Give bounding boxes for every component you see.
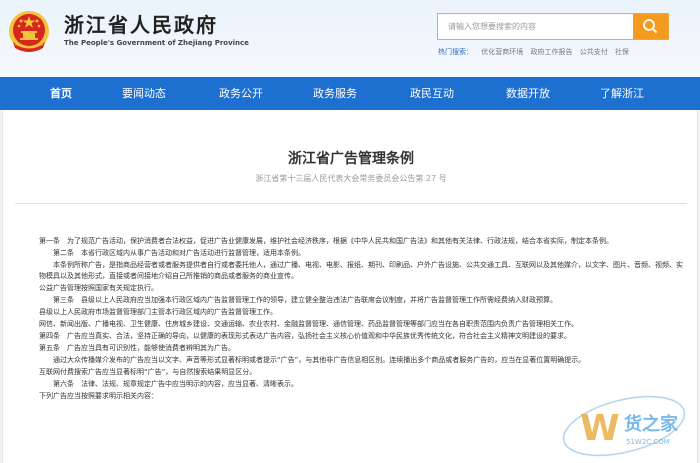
main-nav: 首页 要闻动态 政务公开 政务服务 政民互动 数据开放 了解浙江 xyxy=(0,77,700,110)
article-paragraph: 通过大众传播媒介发布的广告应当以文字、声音等形式显著标明或者提示“广告”，与其他… xyxy=(53,355,586,364)
hot-search-bar: 热门搜索： 优化营商环境 政府工作报告 公共支付 社保 xyxy=(438,47,634,57)
nav-item-interaction[interactable]: 政民互动 xyxy=(410,77,454,110)
hot-search-link[interactable]: 社保 xyxy=(615,48,629,56)
article-paragraph: 第一条 为了规范广告活动，保护消费者合法权益，促进广告业健康发展，维护社会经济秩… xyxy=(39,237,613,245)
nav-item-services[interactable]: 政务服务 xyxy=(313,77,357,110)
article-paragraph: 第二条 本省行政区域内从事广告活动和对广告活动进行监督管理，适用本条例。 xyxy=(53,248,305,257)
hot-search-link[interactable]: 优化营商环境 xyxy=(481,48,523,56)
article-paragraph: 本条例所称广告，是指商品经营者或者服务提供者自行或者委托他人，通过广播、电视、电… xyxy=(39,260,683,280)
article-paragraph: 公益广告管理按照国家有关规定执行。 xyxy=(39,283,158,292)
nav-item-news[interactable]: 要闻动态 xyxy=(122,77,166,110)
search-button[interactable] xyxy=(633,14,668,39)
article-subtitle: 浙江省第十三届人民代表大会常务委员会公告第 27 号 xyxy=(255,174,447,183)
watermark-domain: 51W2C.COM xyxy=(626,438,670,446)
article-paragraph: 第四条 广告应当真实、合法，坚持正确的导向，以健康的表现形式表达广告内容，弘扬社… xyxy=(39,331,571,340)
article-paragraph: 县级以上人民政府市场监督管理部门主管本行政区域内的广告监督管理工作。 xyxy=(39,307,277,316)
hot-search-link[interactable]: 公共支付 xyxy=(580,48,608,56)
article-body: 第一条 为了规范广告活动，保护消费者合法权益，促进广告业健康发展，维护社会经济秩… xyxy=(39,236,689,403)
nav-item-about-zhejiang[interactable]: 了解浙江 xyxy=(600,77,644,110)
article-paragraph: 第三条 县级以上人民政府应当加强本行政区域内广告监督管理工作的领导，建立健全整治… xyxy=(53,295,557,304)
search-input[interactable] xyxy=(438,14,634,39)
site-subtitle: The People's Government of Zhejiang Prov… xyxy=(64,39,249,47)
search-icon xyxy=(643,19,658,34)
nav-item-open-data[interactable]: 数据开放 xyxy=(506,77,550,110)
watermark-logo: W 货之家 51W2C.COM xyxy=(562,395,686,457)
article-paragraph: 第五条 广告应当具有可识别性，能够使消费者辨明其为广告。 xyxy=(39,343,235,352)
search-box xyxy=(437,13,669,40)
svg-text:W: W xyxy=(580,408,620,449)
title-divider xyxy=(15,203,687,204)
nav-item-home[interactable]: 首页 xyxy=(50,77,72,110)
watermark-brand: 货之家 xyxy=(624,413,679,435)
site-header: 浙江省人民政府 The People's Government of Zheji… xyxy=(0,0,700,77)
article-paragraph: 互联网付费搜索广告应当显著标明“广告”，与自然搜索结果明显区分。 xyxy=(39,367,257,376)
article-paragraph: 网信、新闻出版、广播电视、卫生健康、住房城乡建设、交通运输、农业农村、金融监督管… xyxy=(39,319,578,328)
article-title: 浙江省广告管理条例 xyxy=(288,151,414,167)
hot-search-label: 热门搜索： xyxy=(438,48,473,56)
national-emblem-icon[interactable] xyxy=(6,8,52,56)
nav-item-open-government[interactable]: 政务公开 xyxy=(219,77,263,110)
hot-search-link[interactable]: 政府工作报告 xyxy=(530,48,572,56)
site-title[interactable]: 浙江省人民政府 xyxy=(64,9,218,38)
